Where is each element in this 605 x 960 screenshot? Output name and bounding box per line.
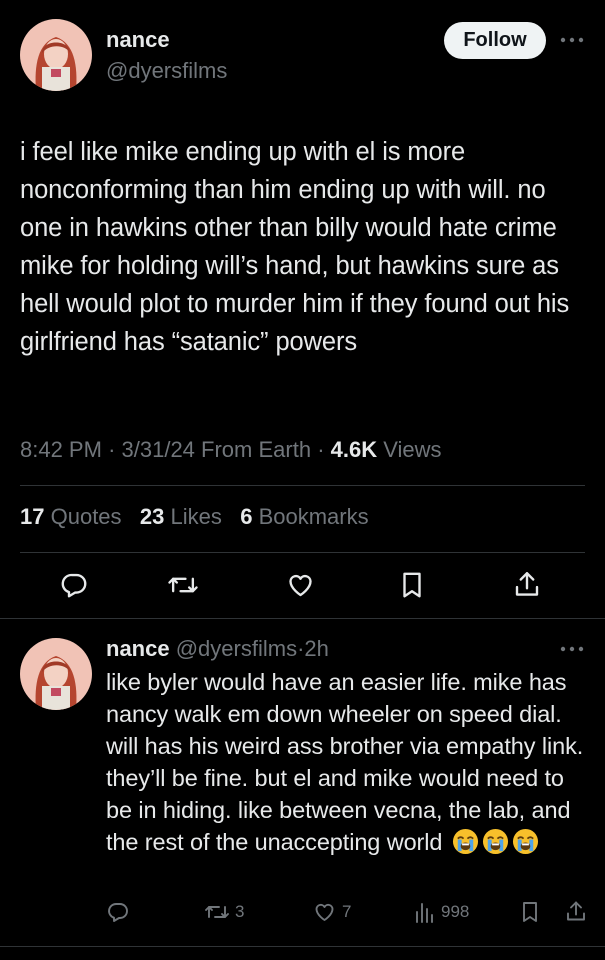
analytics-icon [414, 900, 436, 924]
reply-more-options-icon[interactable] [559, 645, 587, 655]
reply-text-block: like byler would have an easier life. mi… [106, 666, 586, 858]
tweet-text: i feel like mike ending up with el is mo… [20, 138, 570, 356]
handle[interactable]: @dyersfilms [106, 58, 227, 84]
bookmark-icon [519, 900, 541, 924]
divider [20, 552, 585, 553]
likes-stat[interactable]: 23 Likes [140, 504, 222, 529]
views-label: Views [383, 437, 442, 462]
separator: · [108, 437, 116, 462]
more-options-icon[interactable] [559, 36, 587, 46]
engagement-stats: 17 Quotes 23 Likes 6 Bookmarks [20, 504, 369, 530]
loudly-crying-face-emoji [512, 828, 539, 855]
tweet-meta: 8:42 PM · 3/31/24 From Earth · 4.6K View… [20, 437, 442, 463]
divider [0, 946, 605, 947]
share-icon [564, 899, 588, 924]
tweet-source: From Earth [201, 437, 312, 462]
main-tweet: nance @dyersfilms Follow i feel like mik… [0, 0, 605, 620]
reply-icon [59, 570, 89, 600]
reply-avatar[interactable] [20, 638, 92, 710]
share-button[interactable] [512, 569, 542, 600]
retweet-button[interactable] [167, 570, 199, 600]
reply-bookmark-button[interactable] [519, 900, 541, 924]
share-icon [512, 569, 542, 600]
reply-handle[interactable]: @dyersfilms [176, 636, 297, 661]
quotes-stat[interactable]: 17 Quotes [20, 504, 122, 529]
reply-icon [106, 900, 130, 924]
reply-share-button[interactable] [564, 899, 588, 924]
reply-header: nance @dyersfilms·2h [106, 636, 329, 662]
separator: · [317, 437, 325, 462]
loudly-crying-face-emoji [452, 828, 479, 855]
tweet-time[interactable]: 8:42 PM [20, 437, 102, 462]
reply-retweet-button[interactable]: 3 [204, 900, 244, 924]
bookmarks-stat[interactable]: 6 Bookmarks [240, 504, 368, 529]
divider [20, 485, 585, 486]
views-count[interactable]: 4.6K [331, 437, 377, 462]
like-count: 7 [342, 902, 352, 921]
follow-button[interactable]: Follow [444, 22, 546, 59]
reply-button[interactable] [59, 570, 89, 600]
bookmark-button[interactable] [398, 570, 426, 600]
retweet-icon [204, 900, 230, 924]
heart-icon [285, 570, 316, 600]
loudly-crying-face-emoji [482, 828, 509, 855]
bookmark-icon [398, 570, 426, 600]
display-name[interactable]: nance [106, 27, 170, 53]
avatar[interactable] [20, 19, 92, 91]
reply-views-button[interactable]: 998 [414, 900, 469, 924]
retweet-icon [167, 570, 199, 600]
retweet-count: 3 [235, 902, 245, 921]
divider [0, 618, 605, 619]
reply-like-button[interactable]: 7 [312, 900, 351, 924]
reply-reply-button[interactable] [106, 900, 130, 924]
reply-display-name[interactable]: nance [106, 636, 170, 661]
views-count: 998 [441, 902, 470, 921]
heart-icon [312, 900, 337, 924]
like-button[interactable] [285, 570, 316, 600]
tweet-date[interactable]: 3/31/24 [122, 437, 195, 462]
reply-time[interactable]: 2h [304, 636, 328, 661]
